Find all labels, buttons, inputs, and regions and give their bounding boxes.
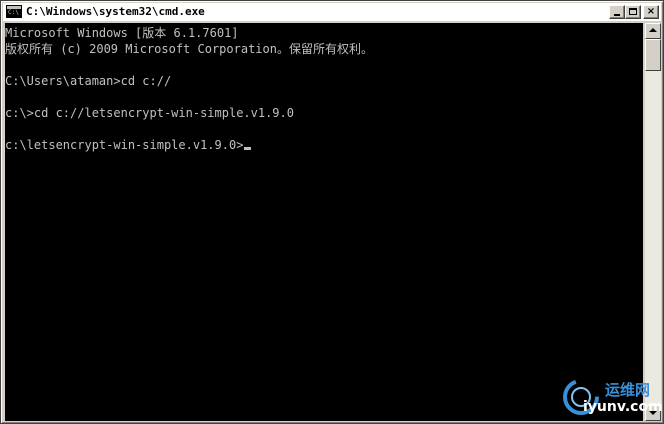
scroll-up-button[interactable] [645, 23, 661, 39]
prompt-text: c:\letsencrypt-win-simple.v1.9.0> [5, 138, 244, 152]
console-output[interactable]: Microsoft Windows [版本 6.1.7601] 版权所有 (c)… [5, 23, 643, 421]
console-line: c:\>cd c://letsencrypt-win-simple.v1.9.0 [5, 106, 294, 120]
maximize-button[interactable] [625, 5, 641, 19]
close-button[interactable]: × [643, 5, 659, 19]
title-bar[interactable]: C:\ C:\Windows\system32\cmd.exe × [3, 3, 661, 21]
window-title: C:\Windows\system32\cmd.exe [26, 5, 205, 18]
prompt-line[interactable]: c:\letsencrypt-win-simple.v1.9.0> [5, 137, 252, 153]
watermark-brand: 运维网 [605, 381, 651, 399]
watermark: 运维网 iyunv.com [557, 375, 663, 421]
console-line: Microsoft Windows [版本 6.1.7601] [5, 26, 239, 40]
vertical-scrollbar[interactable] [645, 23, 661, 421]
console-line: 版权所有 (c) 2009 Microsoft Corporation。保留所有… [5, 42, 373, 56]
scroll-thumb[interactable] [645, 39, 661, 71]
cmd-icon[interactable]: C:\ [6, 5, 22, 18]
cmd-window: C:\ C:\Windows\system32\cmd.exe × Micros… [0, 0, 664, 424]
text-cursor [244, 147, 252, 150]
minimize-button[interactable] [609, 5, 625, 19]
console-line: C:\Users\ataman>cd c:// [5, 74, 172, 88]
watermark-url: iyunv.com [583, 399, 663, 415]
cmd-icon-glyph: C:\ [8, 9, 19, 16]
